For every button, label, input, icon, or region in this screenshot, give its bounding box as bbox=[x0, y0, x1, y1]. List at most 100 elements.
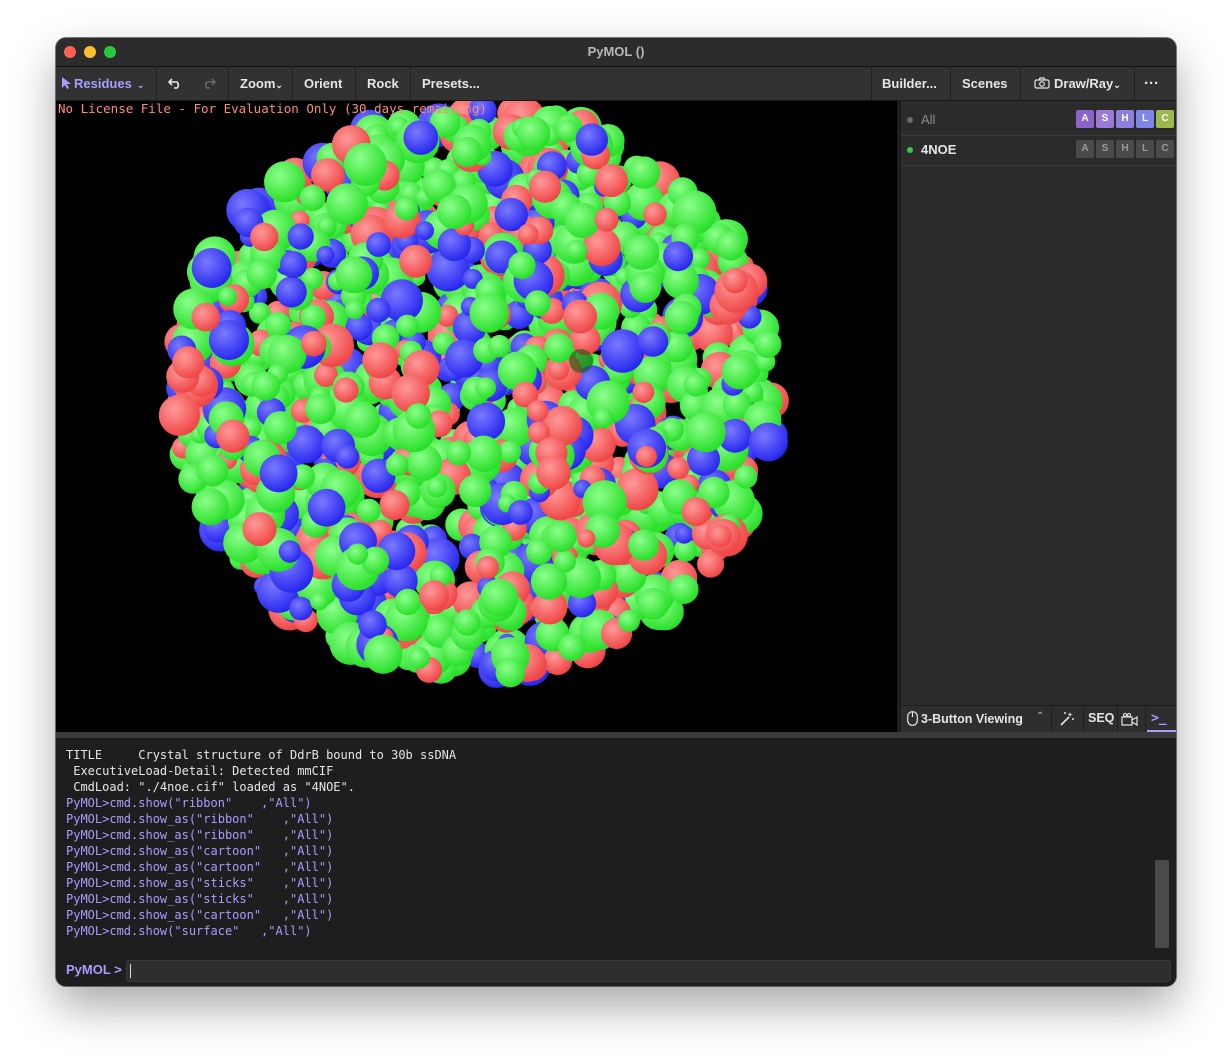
object-row-all[interactable]: All A S H L C bbox=[901, 105, 1176, 136]
protein-surface[interactable] bbox=[56, 101, 897, 732]
action-button[interactable]: A bbox=[1076, 140, 1094, 158]
command-prompt-label: PyMOL > bbox=[66, 962, 122, 977]
surface-blob bbox=[594, 207, 619, 232]
surface-blob bbox=[527, 400, 549, 422]
surface-cavity bbox=[569, 349, 593, 373]
surface-blob bbox=[593, 408, 613, 428]
undo-button[interactable] bbox=[167, 67, 182, 100]
3d-viewport[interactable]: No License File - For Evaluation Only (3… bbox=[56, 101, 897, 732]
more-options-button[interactable]: ··· bbox=[1144, 67, 1159, 100]
redo-icon bbox=[204, 78, 217, 89]
surface-blob bbox=[632, 381, 655, 404]
surface-blob bbox=[333, 377, 359, 403]
surface-blob bbox=[667, 457, 690, 480]
surface-blob bbox=[480, 578, 519, 617]
viewing-mode-selector[interactable]: 3-Button Viewing bbox=[907, 711, 1023, 726]
surface-blob bbox=[508, 251, 536, 280]
surface-blob bbox=[524, 290, 551, 317]
surface-blob bbox=[191, 488, 229, 526]
rock-button[interactable]: Rock bbox=[367, 67, 399, 100]
chevron-up-icon[interactable]: ⌃ bbox=[1036, 711, 1044, 722]
surface-blob bbox=[436, 194, 472, 229]
surface-blob bbox=[683, 372, 708, 397]
surface-blob bbox=[191, 248, 232, 288]
surface-blob bbox=[366, 232, 391, 257]
surface-blob bbox=[624, 234, 660, 270]
surface-blob bbox=[346, 543, 369, 565]
surface-blob bbox=[629, 271, 662, 303]
surface-blob bbox=[278, 540, 302, 563]
surface-blob bbox=[172, 346, 205, 379]
object-row-4noe[interactable]: 4NOE A S H L C bbox=[901, 135, 1176, 166]
console-scrollbar[interactable] bbox=[1155, 860, 1169, 948]
show-button[interactable]: S bbox=[1096, 110, 1114, 128]
surface-blob bbox=[536, 455, 571, 491]
console-command-line: PyMOL>cmd.show_as("sticks" ,"All") bbox=[66, 892, 334, 906]
action-button[interactable]: A bbox=[1076, 110, 1094, 128]
color-button[interactable]: C bbox=[1156, 110, 1174, 128]
surface-blob bbox=[577, 529, 596, 548]
orient-button[interactable]: Orient bbox=[304, 67, 342, 100]
surface-blob bbox=[299, 185, 326, 211]
surface-blob bbox=[528, 170, 562, 203]
surface-blob bbox=[558, 633, 586, 662]
surface-blob bbox=[721, 353, 758, 390]
title-bar: PyMOL () bbox=[56, 38, 1176, 67]
surface-blob bbox=[637, 587, 670, 620]
builder-button[interactable]: Builder... bbox=[882, 67, 937, 100]
surface-blob bbox=[476, 555, 500, 579]
surface-blob bbox=[407, 647, 430, 669]
object-name: 4NOE bbox=[921, 142, 957, 157]
surface-blob bbox=[454, 609, 481, 636]
movie-button[interactable] bbox=[1121, 713, 1138, 731]
surface-blob bbox=[307, 488, 346, 527]
surface-blob bbox=[575, 123, 608, 156]
surface-blob bbox=[715, 230, 746, 261]
visibility-dot[interactable] bbox=[907, 117, 913, 123]
surface-blob bbox=[289, 596, 313, 621]
surface-blob bbox=[242, 512, 277, 546]
surface-blob bbox=[326, 183, 368, 225]
sequence-toggle-button[interactable]: SEQ bbox=[1088, 711, 1114, 725]
hide-button[interactable]: H bbox=[1116, 110, 1134, 128]
surface-blob bbox=[301, 330, 327, 357]
surface-blob bbox=[246, 259, 277, 290]
surface-blob bbox=[734, 465, 758, 489]
surface-blob bbox=[565, 239, 587, 262]
surface-blob bbox=[627, 156, 661, 189]
visibility-dot[interactable] bbox=[907, 147, 913, 153]
command-bar: PyMOL > bbox=[56, 954, 1176, 986]
presets-button[interactable]: Presets... bbox=[422, 67, 480, 100]
hide-button[interactable]: H bbox=[1116, 140, 1134, 158]
console-toggle-icon[interactable]: >_ bbox=[1151, 711, 1167, 726]
scenes-button[interactable]: Scenes bbox=[962, 67, 1008, 100]
surface-blob bbox=[250, 222, 279, 252]
chevron-down-icon: ⌄ bbox=[275, 80, 283, 90]
window-title: PyMOL () bbox=[587, 44, 645, 59]
surface-blob bbox=[316, 245, 335, 265]
show-button[interactable]: S bbox=[1096, 140, 1114, 158]
toolbar: Residues ⌄ Zoom⌄ Orient Rock Presets... B… bbox=[56, 67, 1176, 101]
console-output-line: ExecutiveLoad-Detail: Detected mmCIF bbox=[66, 764, 334, 778]
color-button[interactable]: C bbox=[1156, 140, 1174, 158]
console-command-line: PyMOL>cmd.show_as("sticks" ,"All") bbox=[66, 876, 334, 890]
surface-blob bbox=[635, 445, 658, 468]
surface-blob bbox=[344, 300, 365, 320]
output-console: TITLE Crystal structure of DdrB bound to… bbox=[56, 738, 1176, 948]
wand-button[interactable] bbox=[1059, 711, 1075, 732]
console-command-line: PyMOL>cmd.show_as("cartoon" ,"All") bbox=[66, 860, 334, 874]
label-button[interactable]: L bbox=[1136, 140, 1154, 158]
surface-blob bbox=[637, 326, 669, 357]
command-input[interactable] bbox=[126, 960, 1171, 982]
surface-blob bbox=[426, 476, 448, 498]
surface-blob bbox=[358, 610, 387, 639]
surface-blob bbox=[335, 256, 373, 294]
draw-ray-dropdown[interactable]: Draw/Ray⌄ bbox=[1034, 67, 1121, 100]
object-action-buttons: A S H L C bbox=[1076, 110, 1174, 128]
mouse-mode-dropdown[interactable]: Residues ⌄ bbox=[62, 67, 144, 100]
surface-blob bbox=[508, 500, 533, 525]
surface-blob bbox=[664, 300, 699, 335]
redo-button[interactable] bbox=[202, 67, 217, 100]
label-button[interactable]: L bbox=[1136, 110, 1154, 128]
zoom-dropdown[interactable]: Zoom⌄ bbox=[240, 67, 283, 100]
